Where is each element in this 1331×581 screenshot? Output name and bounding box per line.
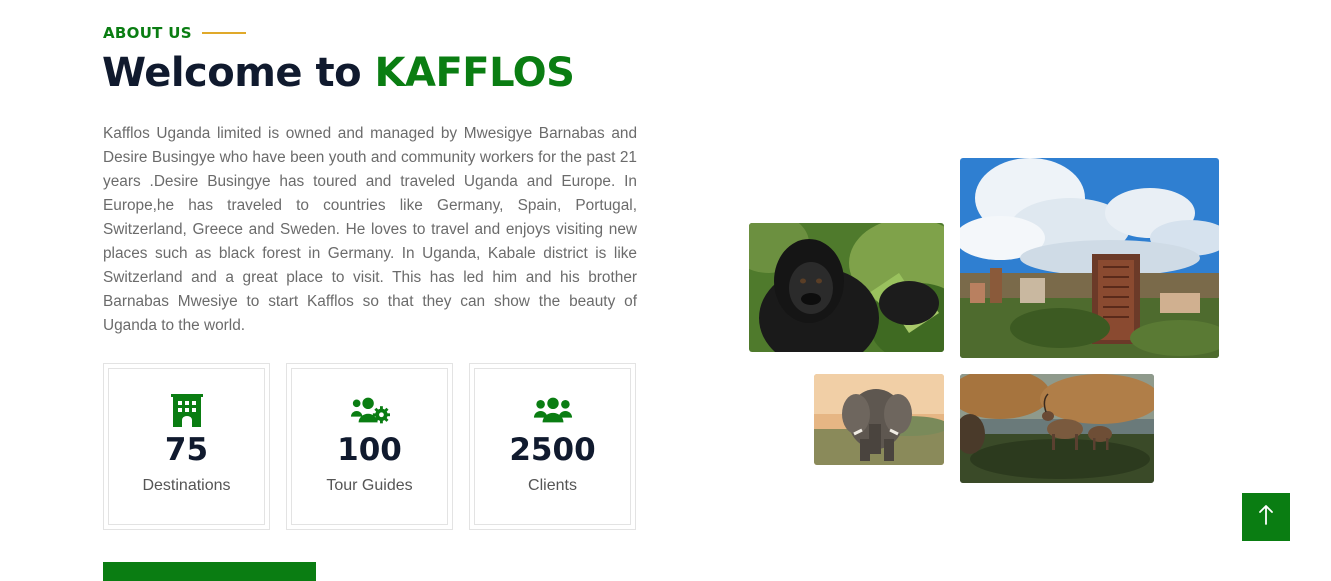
arrow-up-icon (1258, 504, 1274, 530)
stat-label: Clients (528, 477, 577, 494)
stat-card-tour-guides: 100 Tour Guides (286, 363, 453, 530)
stat-value: 100 (337, 432, 402, 468)
title-prefix: Welcome to (102, 50, 375, 96)
read-more-button[interactable] (103, 562, 316, 581)
stat-card-destinations: 75 Destinations (103, 363, 270, 530)
building-icon (167, 392, 207, 428)
users-icon (533, 392, 573, 428)
page-title: Welcome to KAFFLOS (102, 50, 575, 96)
stat-card-clients: 2500 Clients (469, 363, 636, 530)
title-brand: KAFFLOS (374, 50, 575, 96)
kampala-city-photo (960, 158, 1219, 358)
users-cog-icon (350, 392, 390, 428)
stat-value: 75 (164, 432, 209, 468)
eyebrow-label: ABOUT US (103, 24, 192, 42)
antelope-photo (960, 374, 1154, 483)
stat-label: Destinations (142, 477, 231, 494)
eyebrow-divider (201, 32, 246, 34)
about-description: Kafflos Uganda limited is owned and mana… (103, 125, 637, 334)
stat-label: Tour Guides (326, 477, 413, 494)
scroll-to-top-button[interactable] (1242, 493, 1290, 541)
gorilla-photo (749, 223, 944, 352)
stat-value: 2500 (509, 432, 596, 468)
elephant-photo (814, 374, 944, 465)
section-eyebrow: ABOUT US (103, 24, 246, 42)
